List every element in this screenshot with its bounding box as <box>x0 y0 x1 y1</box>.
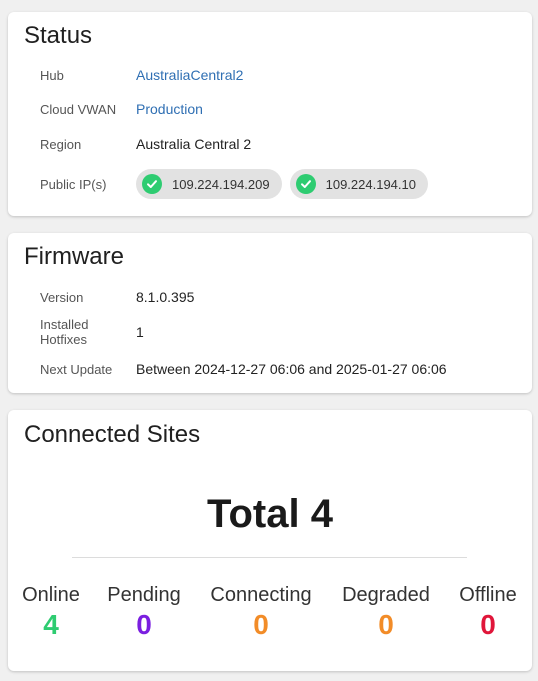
stat-label: Degraded <box>342 584 430 606</box>
version-row: Version 8.1.0.395 <box>40 289 520 305</box>
vwan-row: Cloud VWAN Production <box>40 101 520 117</box>
stat-pending[interactable]: Pending 0 <box>107 584 180 641</box>
next-update-row: Next Update Between 2024-12-27 06:06 and… <box>40 361 520 377</box>
stat-label: Online <box>22 584 80 606</box>
region-label: Region <box>40 136 82 152</box>
next-update-label: Next Update <box>40 361 113 377</box>
stat-count: 0 <box>480 609 496 640</box>
public-ip-value: 109.224.194.10 <box>325 176 416 192</box>
hotfixes-label: Installed Hotfixes <box>40 317 89 347</box>
public-ip-row: Public IP(s) 109.224.194.209 109.224.194… <box>40 169 520 199</box>
region-value: Australia Central 2 <box>136 136 252 152</box>
stat-count: 0 <box>378 609 394 640</box>
status-title: Status <box>24 22 93 49</box>
stat-degraded[interactable]: Degraded 0 <box>342 584 430 641</box>
version-value: 8.1.0.395 <box>136 289 195 305</box>
stat-count: 4 <box>43 609 59 640</box>
divider <box>72 557 467 558</box>
hotfixes-value: 1 <box>136 324 144 340</box>
stat-offline[interactable]: Offline 0 <box>459 584 516 641</box>
vwan-link[interactable]: Production <box>136 101 203 117</box>
stat-count: 0 <box>253 609 269 640</box>
hub-label: Hub <box>40 67 64 83</box>
firmware-title: Firmware <box>24 243 124 270</box>
check-circle-icon <box>142 174 162 194</box>
hotfixes-row: Installed Hotfixes 1 <box>40 317 520 347</box>
hub-row: Hub AustraliaCentral2 <box>40 67 520 83</box>
stat-label: Connecting <box>210 584 312 606</box>
firmware-card: Firmware Version 8.1.0.395 Installed Hot… <box>8 233 532 393</box>
version-label: Version <box>40 289 84 305</box>
hub-link[interactable]: AustraliaCentral2 <box>136 67 243 83</box>
public-ip-value: 109.224.194.209 <box>172 176 270 192</box>
region-row: Region Australia Central 2 <box>40 136 520 152</box>
stat-connecting[interactable]: Connecting 0 <box>210 584 311 641</box>
stat-label: Offline <box>459 584 517 606</box>
connected-sites-card: Connected Sites Total 4 Online 4 Pending… <box>8 410 532 671</box>
public-ip-label: Public IP(s) <box>40 176 107 192</box>
next-update-value: Between 2024-12-27 06:06 and 2025-01-27 … <box>136 361 447 377</box>
vwan-label: Cloud VWAN <box>40 101 117 117</box>
total-count: Total 4 <box>207 492 333 536</box>
stat-count: 0 <box>136 609 152 640</box>
check-circle-icon <box>295 174 316 194</box>
public-ip-chip[interactable]: 109.224.194.209 <box>136 169 282 199</box>
stat-online[interactable]: Online 4 <box>22 584 80 641</box>
public-ip-chip[interactable]: 109.224.194.10 <box>289 169 428 199</box>
connected-sites-title: Connected Sites <box>24 421 201 448</box>
status-card: Status Hub AustraliaCentral2 Cloud VWAN … <box>8 12 532 216</box>
stat-label: Pending <box>107 584 181 606</box>
